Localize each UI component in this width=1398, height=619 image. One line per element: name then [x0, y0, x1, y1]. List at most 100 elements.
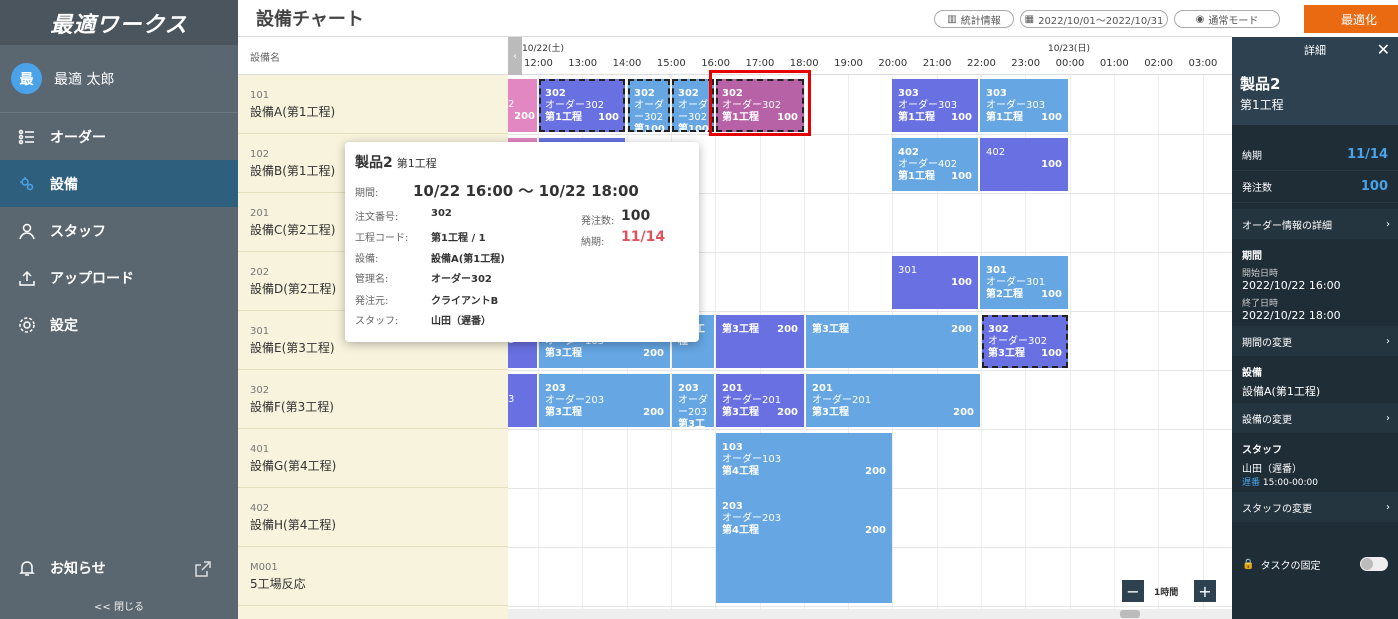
task-qty: 200: [865, 466, 886, 477]
row-line: [508, 134, 1232, 135]
task-footer: 第4工程 200: [722, 466, 892, 478]
close-icon[interactable]: ✕: [1377, 40, 1390, 59]
task-qty: 100: [1041, 112, 1062, 123]
sidebar-item-label: オーダー: [50, 129, 106, 146]
task-footer: 第1工程 100: [545, 112, 625, 124]
task-footer: 第3工程 200: [812, 324, 978, 336]
task-bar[interactable]: 303 オーダー303 第1工程 100: [892, 79, 978, 132]
detail-staff-shift-row: 遅番 15:00-00:00: [1232, 475, 1398, 492]
hour-label: 13:00: [568, 58, 598, 69]
detail-equip-name: 設備A(第1工程): [1242, 385, 1321, 398]
detail-due-row: 納期 11/14: [1232, 139, 1398, 171]
equip-change-label: 設備の変更: [1242, 414, 1292, 426]
task-bar[interactable]: 402 100: [980, 138, 1068, 191]
task-process: 第3工程: [812, 407, 849, 418]
task-bar[interactable]: 301 100: [892, 256, 978, 309]
task-footer: 第3工程 200: [545, 348, 670, 360]
tooltip-client: クライアントB: [431, 296, 499, 307]
detail-staff-name: 山田（遅番）: [1242, 464, 1302, 475]
sidebar-item-label: アップロード: [50, 270, 134, 287]
grid-line: [1158, 75, 1160, 619]
equipment-row: 302 設備F(第3工程): [238, 370, 508, 429]
equipment-row: 402 設備H(第4工程): [238, 488, 508, 547]
task-id: 103: [722, 442, 743, 453]
sidebar-item-staff[interactable]: スタッフ: [0, 207, 238, 254]
task-bar[interactable]: 201 オーダー201 第3工程 200: [716, 374, 804, 427]
tooltip-equip: 設備A(第1工程): [431, 254, 505, 265]
hour-label: 18:00: [789, 58, 819, 69]
optimize-button[interactable]: 最適化: [1304, 5, 1398, 33]
upload-icon: [19, 270, 35, 286]
external-link-icon[interactable]: [194, 560, 212, 578]
period-change-link[interactable]: 期間の変更 ›: [1232, 326, 1398, 356]
task-lock-toggle[interactable]: [1360, 557, 1388, 571]
task-bar[interactable]: 3: [508, 374, 537, 427]
task-footer: 第1工程 100: [898, 112, 978, 124]
task-qty: 200: [777, 407, 798, 418]
hour-label: 01:00: [1099, 58, 1129, 69]
task-bar[interactable]: 2200: [508, 79, 537, 132]
task-order: オーダー303: [986, 100, 1046, 111]
task-order: オーダー402: [898, 159, 958, 170]
task-bar[interactable]: 402 オーダー402 第1工程 100: [892, 138, 978, 191]
zoom-in-button[interactable]: +: [1194, 580, 1216, 602]
sidebar-item-label: 設定: [50, 317, 78, 334]
user-profile[interactable]: 最 最適 太郎: [0, 45, 238, 113]
equip-change-link[interactable]: 設備の変更 ›: [1232, 403, 1398, 433]
sidebar-item-upload[interactable]: アップロード: [0, 254, 238, 301]
sidebar-item-settings[interactable]: 設定: [0, 301, 238, 348]
task-bar[interactable]: 302オーダー302第1工程100: [628, 79, 670, 132]
task-bar[interactable]: 302 オーダー302 第3工程 100: [982, 315, 1068, 368]
hour-label: 12:00: [524, 58, 553, 69]
task-bar[interactable]: 203オーダー203第3工程: [672, 374, 714, 427]
task-bar[interactable]: 第3工程 200: [716, 315, 804, 368]
detail-qty-label: 発注数: [1242, 183, 1272, 194]
scrollbar-thumb[interactable]: [1120, 610, 1140, 618]
task-id: 302: [545, 88, 566, 99]
staff-change-link[interactable]: スタッフの変更 ›: [1232, 492, 1398, 522]
date-range-button[interactable]: ▦ 2022/10/01〜2022/10/31: [1020, 10, 1168, 28]
tooltip-product: 製品2: [355, 155, 393, 171]
chevron-right-icon: ›: [1386, 412, 1390, 424]
sidebar-item-orders[interactable]: オーダー: [0, 113, 238, 160]
mode-button[interactable]: ◉ 通常モード: [1174, 10, 1280, 28]
equipment-column-header: 設備名: [238, 37, 508, 75]
task-bar[interactable]: 302オーダー302第1工程100: [672, 79, 714, 132]
sidebar: 最適ワークス 最 最適 太郎 オーダー 設備 スタッフ アップロード 設定 お知…: [0, 0, 238, 619]
task-bar[interactable]: 303 オーダー303 第1工程 100: [980, 79, 1068, 132]
task-qty: 200: [643, 407, 664, 418]
task-bar[interactable]: 203 オーダー203 第3工程 200: [539, 374, 670, 427]
tooltip-qty-label: 発注数:: [581, 216, 615, 227]
grid-line: [1202, 75, 1204, 619]
zoom-control: − 1時間 +: [1122, 580, 1216, 602]
detail-qty: 100: [1360, 179, 1388, 194]
task-footer: 第1工程 100: [898, 171, 978, 183]
task-bar[interactable]: 301 オーダー301 第2工程 100: [980, 256, 1068, 309]
equipment-row: 401 設備G(第4工程): [238, 429, 508, 488]
staff-change-label: スタッフの変更: [1242, 503, 1312, 515]
collapse-sidebar-button[interactable]: << 閉じる: [0, 598, 238, 613]
detail-due-label: 納期: [1242, 151, 1262, 162]
task-bar[interactable]: 第3工程 200: [806, 315, 978, 368]
hour-label: 23:00: [1011, 58, 1041, 69]
scroll-left-button[interactable]: ‹: [508, 37, 522, 75]
sidebar-item-notice[interactable]: お知らせ: [0, 550, 238, 586]
task-footer: 第4工程 200: [722, 525, 892, 537]
stats-button[interactable]: ▥ 統計情報: [934, 10, 1014, 28]
sidebar-item-equipment[interactable]: 設備: [0, 160, 238, 207]
task-qty: 100: [1041, 289, 1062, 300]
task-bar[interactable]: 302オーダー302第1工程100: [539, 79, 625, 132]
period-change-label: 期間の変更: [1242, 337, 1292, 349]
task-id: 402: [898, 147, 919, 158]
tooltip-staff: 山田（遅番）: [431, 316, 491, 327]
task-process: 第3工程: [545, 348, 582, 359]
task-bar[interactable]: 201 オーダー201 第3工程 200: [806, 374, 980, 427]
order-detail-link[interactable]: オーダー情報の詳細 ›: [1232, 209, 1398, 239]
zoom-out-button[interactable]: −: [1122, 580, 1144, 602]
task-bar[interactable]: 203 オーダー203 第4工程 200: [716, 492, 892, 603]
tooltip-title: 製品2 第1工程: [355, 152, 689, 172]
avatar: 最: [11, 63, 42, 94]
horizontal-scrollbar[interactable]: [508, 609, 1232, 619]
tooltip-period-label: 期間:: [355, 188, 379, 199]
task-left-num: 2: [508, 99, 515, 110]
